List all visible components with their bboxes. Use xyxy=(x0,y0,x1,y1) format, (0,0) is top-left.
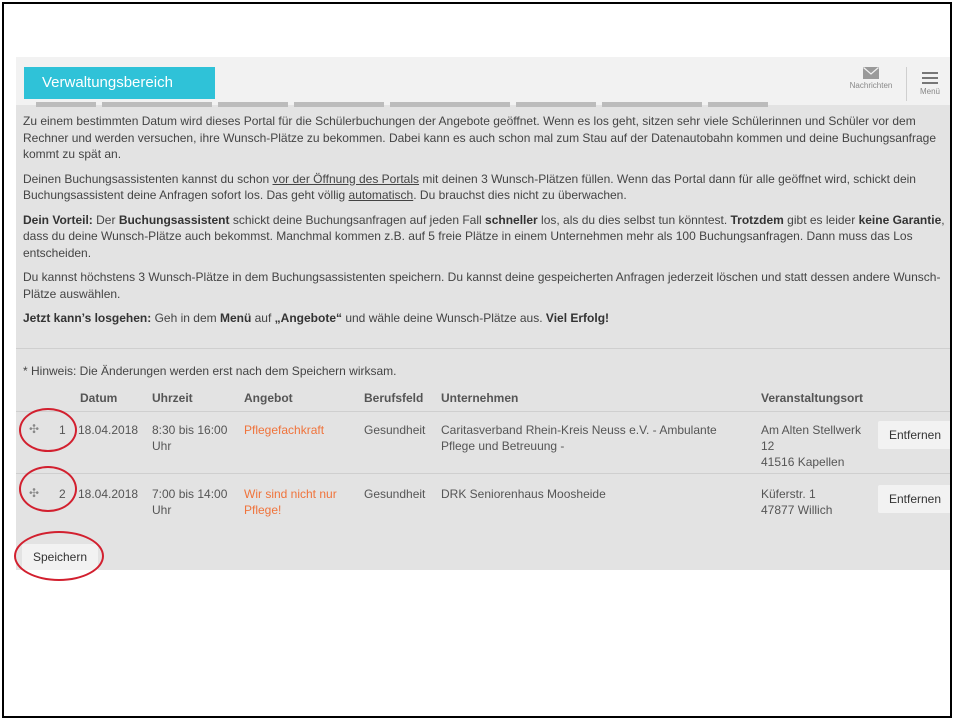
remove-button[interactable]: Entfernen xyxy=(878,421,950,449)
row-field: Gesundheit xyxy=(364,487,426,501)
remove-button[interactable]: Entfernen xyxy=(878,485,950,513)
section-divider xyxy=(16,348,950,349)
intro-paragraph-2: Deinen Buchungsassistenten kannst du sch… xyxy=(23,171,916,203)
top-bar: Verwaltungsbereich Nachrichten Menü xyxy=(16,57,950,105)
row-location: Am Alten Stellwerk 12 41516 Kapellen xyxy=(761,423,862,469)
col-header-ort: Veranstaltungsort xyxy=(761,391,864,405)
col-header-berufsfeld: Berufsfeld xyxy=(364,391,424,405)
menu-label: Menü xyxy=(919,87,940,96)
messages-button[interactable]: Nachrichten xyxy=(846,67,896,90)
save-button[interactable]: Speichern xyxy=(22,544,98,570)
col-header-angebot: Angebot xyxy=(244,391,293,405)
intro-paragraph-4: Du kannst höchstens 3 Wunsch-Plätze in d… xyxy=(23,270,941,301)
row-time: 8:30 bis 16:00 Uhr xyxy=(152,423,228,453)
row-company: DRK Seniorenhaus Moosheide xyxy=(441,487,606,501)
portal-opening-link: vor der Öffnung des Portals xyxy=(272,171,420,186)
row-field: Gesundheit xyxy=(364,423,426,437)
intro-paragraph-5: Jetzt kann’s losgehen: Geh in dem Menü a… xyxy=(23,311,610,325)
envelope-icon xyxy=(863,67,879,79)
offer-link[interactable]: Pflegefachkraft xyxy=(244,422,324,438)
drag-handle-icon[interactable]: ✣ xyxy=(29,486,39,500)
automatic-link: automatisch xyxy=(348,188,414,202)
row-date: 18.04.2018 xyxy=(78,423,139,437)
hamburger-icon xyxy=(913,72,947,84)
messages-label: Nachrichten xyxy=(849,81,893,90)
col-header-datum: Datum xyxy=(80,391,118,405)
row-location: Küferstr. 1 47877 Willich xyxy=(761,487,833,517)
col-header-unternehmen: Unternehmen xyxy=(441,391,519,405)
intro-paragraph-1: Zu einem bestimmten Datum wird dieses Po… xyxy=(23,114,936,161)
intro-paragraph-3: Dein Vorteil: Der Buchungsassistent schi… xyxy=(23,212,945,260)
offer-link[interactable]: Wir sind nicht nur Pflege! xyxy=(244,486,337,518)
menu-button[interactable]: Menü xyxy=(913,69,947,96)
page-title: Verwaltungsbereich xyxy=(24,67,215,99)
table-row-line xyxy=(16,473,950,474)
row-company: Caritasverband Rhein-Kreis Neuss e.V. - … xyxy=(441,423,717,453)
row-number: 2 xyxy=(59,487,66,501)
drag-handle-icon[interactable]: ✣ xyxy=(29,422,39,436)
scrolled-text-remnant xyxy=(16,101,950,109)
row-date: 18.04.2018 xyxy=(78,487,139,501)
col-header-uhrzeit: Uhrzeit xyxy=(152,391,193,405)
row-number: 1 xyxy=(59,423,66,437)
save-hint: * Hinweis: Die Änderungen werden erst na… xyxy=(23,364,397,378)
topbar-divider xyxy=(906,67,907,101)
screenshot-frame: Verwaltungsbereich Nachrichten Menü Zu e… xyxy=(2,2,952,718)
table-header-line xyxy=(16,411,950,412)
intro-text: Zu einem bestimmten Datum wird dieses Po… xyxy=(23,113,948,335)
app-window: Verwaltungsbereich Nachrichten Menü Zu e… xyxy=(16,57,950,570)
row-time: 7:00 bis 14:00 Uhr xyxy=(152,487,228,517)
